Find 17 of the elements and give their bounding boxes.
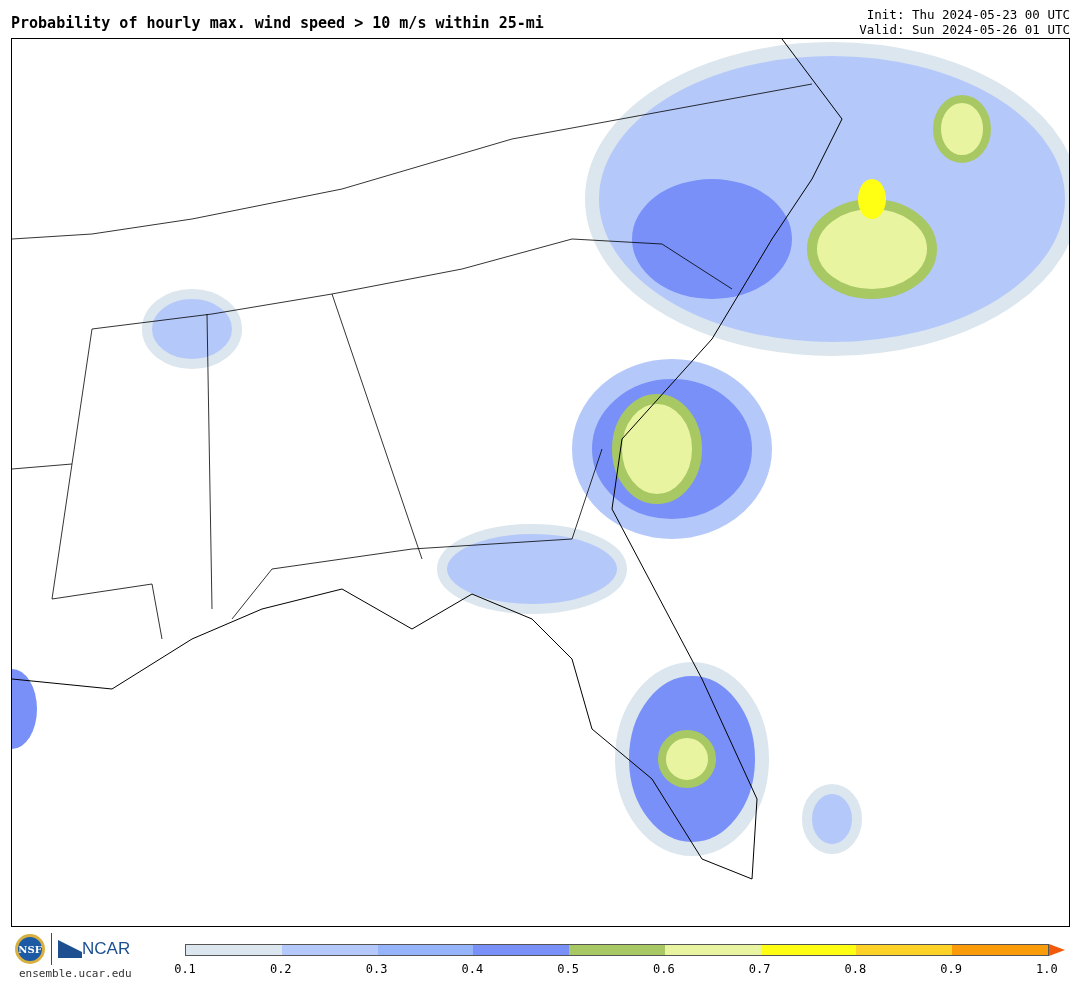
colorbar-tick-label: 0.6 [652, 962, 676, 976]
colorbar-tick-label: 0.3 [364, 962, 389, 976]
colorbar-tick-label: 0.9 [939, 962, 963, 976]
nsf-logo: NSF [15, 934, 45, 964]
colorbar-tick-label: 0.4 [460, 962, 485, 976]
colorbar-tick-label: 0.5 [556, 962, 580, 976]
ncar-mark-icon [58, 940, 82, 958]
valid-time: Valid: Sun 2024-05-26 01 UTC [859, 22, 1070, 37]
colorbar-tick-label: 0.2 [268, 962, 293, 976]
colorbar-tick-label: 0.1 [173, 962, 197, 976]
init-time: Init: Thu 2024-05-23 00 UTC [866, 7, 1070, 22]
colorbar-tick-label: 0.7 [747, 962, 772, 976]
ncar-logo: NCAR [82, 939, 131, 959]
site-url: ensemble.ucar.edu [18, 967, 132, 980]
colorbar-tick-label: 0.8 [843, 962, 868, 976]
colorbar-tick-label: 1.0 [1035, 962, 1059, 976]
plot-title: Probability of hourly max. wind speed > 10 m/s within 25-mi [11, 14, 544, 34]
